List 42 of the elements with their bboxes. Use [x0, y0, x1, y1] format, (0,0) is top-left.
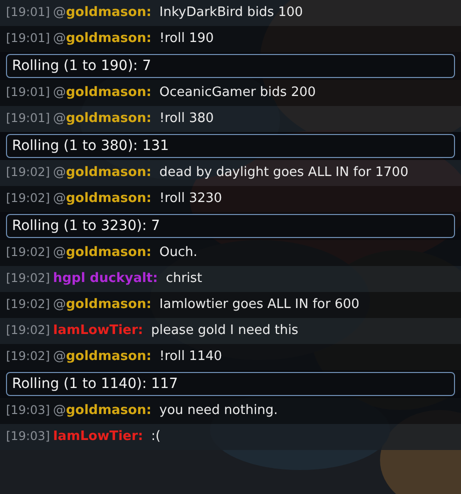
timestamp: [19:01]: [6, 5, 50, 19]
timestamp: [19:02]: [6, 191, 50, 205]
timestamp: [19:01]: [6, 85, 50, 99]
timestamp: [19:02]: [6, 297, 50, 311]
username[interactable]: IamLowTier:: [52, 323, 144, 338]
roll-result: Rolling (1 to 3230): 7: [6, 214, 455, 238]
message-text: !roll 190: [159, 31, 214, 46]
message-text: please gold I need this: [151, 323, 298, 338]
username[interactable]: IamLowTier:: [52, 429, 144, 444]
message-text: Ouch.: [159, 245, 198, 260]
username[interactable]: @goldmason:: [52, 191, 152, 206]
roll-result: Rolling (1 to 190): 7: [6, 54, 455, 78]
roll-result: Rolling (1 to 380): 131: [6, 134, 455, 158]
timestamp: [19:02]: [6, 271, 50, 285]
timestamp: [19:02]: [6, 323, 50, 337]
username[interactable]: @goldmason:: [52, 5, 152, 20]
message-text: christ: [166, 271, 202, 286]
username[interactable]: @goldmason:: [52, 403, 152, 418]
username[interactable]: @goldmason:: [52, 111, 152, 126]
message-text: !roll 3230: [159, 191, 222, 206]
timestamp: [19:02]: [6, 165, 50, 179]
username[interactable]: @goldmason:: [52, 85, 152, 100]
message-text: !roll 1140: [159, 349, 222, 364]
message-text: you need nothing.: [159, 403, 278, 418]
message-text: OceanicGamer bids 200: [159, 85, 316, 100]
timestamp: [19:01]: [6, 111, 50, 125]
message-text: InkyDarkBird bids 100: [159, 5, 303, 20]
timestamp: [19:02]: [6, 349, 50, 363]
message-text: !roll 380: [159, 111, 214, 126]
timestamp: [19:03]: [6, 403, 50, 417]
timestamp: [19:01]: [6, 31, 50, 45]
username[interactable]: @goldmason:: [52, 349, 152, 364]
username[interactable]: @goldmason:: [52, 245, 152, 260]
username[interactable]: @goldmason:: [52, 165, 152, 180]
message-text: :(: [151, 429, 161, 444]
roll-result: Rolling (1 to 1140): 117: [6, 372, 455, 396]
timestamp: [19:02]: [6, 245, 50, 259]
message-text: dead by daylight goes ALL IN for 1700: [159, 165, 408, 180]
message-text: Iamlowtier goes ALL IN for 600: [159, 297, 360, 312]
username[interactable]: @goldmason:: [52, 31, 152, 46]
timestamp: [19:03]: [6, 429, 50, 443]
username[interactable]: @goldmason:: [52, 297, 152, 312]
